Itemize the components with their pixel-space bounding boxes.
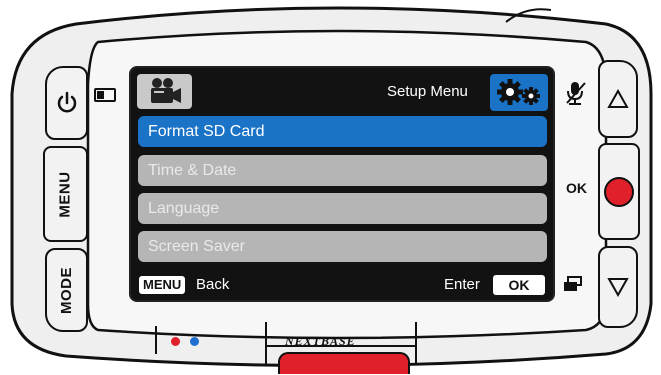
status-led-red <box>171 337 180 346</box>
enter-label: Enter <box>444 276 480 293</box>
video-camera-glyph <box>151 78 181 103</box>
back-label: Back <box>196 276 230 293</box>
power-button[interactable] <box>45 66 88 140</box>
bottom-red-tab <box>278 352 410 374</box>
menu-key-hint: MENU <box>139 276 186 294</box>
protect-file-icon <box>564 276 582 291</box>
menu-button-label: MENU <box>57 170 75 218</box>
up-button[interactable] <box>598 60 638 138</box>
record-icon <box>604 176 634 207</box>
down-button[interactable] <box>598 246 638 328</box>
menu-item-format-sd-card[interactable]: Format SD Card <box>138 116 547 147</box>
mode-button[interactable]: MODE <box>45 248 88 332</box>
ok-side-label: OK <box>566 180 587 196</box>
gears-icon[interactable] <box>490 74 548 111</box>
triangle-up-icon <box>607 89 629 108</box>
gears-glyph <box>497 79 540 105</box>
mic-mute-icon <box>566 82 586 105</box>
menu-item-time-date[interactable]: Time & Date <box>138 155 547 186</box>
screen-title: Setup Menu <box>387 83 468 100</box>
power-icon <box>57 91 76 113</box>
menu-item-screen-saver[interactable]: Screen Saver <box>138 231 547 262</box>
brand-logo: NEXTBASE <box>285 334 356 348</box>
status-led-blue <box>190 337 199 346</box>
menu-button[interactable]: MENU <box>43 146 88 242</box>
triangle-down-icon <box>607 278 629 297</box>
record-ok-button[interactable] <box>598 143 640 240</box>
menu-item-language[interactable]: Language <box>138 193 547 224</box>
video-camera-icon[interactable] <box>137 74 192 109</box>
ok-key-hint: OK <box>493 275 545 295</box>
display-mode-icon <box>94 88 116 102</box>
mode-button-label: MODE <box>58 266 75 314</box>
